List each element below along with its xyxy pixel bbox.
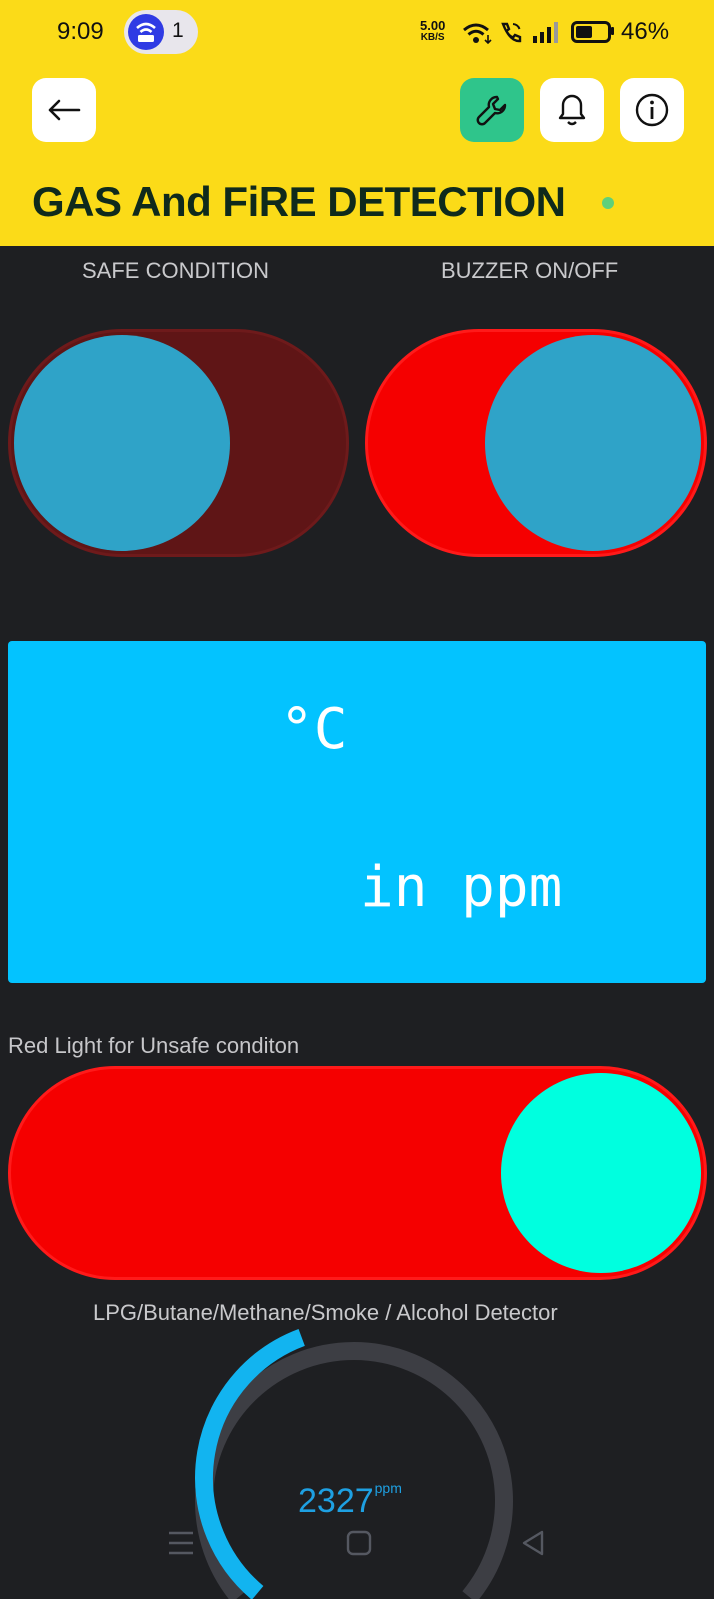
hotspot-icon — [128, 14, 164, 50]
menu-nav-icon[interactable] — [168, 1530, 194, 1556]
gauge-label: LPG/Butane/Methane/Smoke / Alcohol Detec… — [93, 1300, 558, 1325]
info-button[interactable] — [620, 78, 684, 142]
gauge-fill — [195, 1328, 305, 1599]
wrench-icon — [476, 95, 507, 126]
lcd-line-1: °C — [280, 697, 348, 762]
network-speed: 5.00 KB/S — [420, 18, 446, 44]
battery-icon — [571, 21, 611, 43]
back-arrow-icon — [48, 99, 81, 121]
buzzer-label: BUZZER ON/OFF — [441, 258, 619, 283]
status-time: 9:09 — [57, 18, 104, 45]
switch-knob — [501, 1073, 701, 1273]
notifications-button[interactable] — [540, 78, 604, 142]
bell-icon — [558, 94, 586, 126]
back-nav-icon[interactable] — [520, 1530, 546, 1556]
info-icon — [635, 93, 669, 127]
red-light-switch[interactable] — [8, 1066, 707, 1280]
red-light-label: Red Light for Unsafe conditon — [8, 1033, 300, 1058]
notification-pill[interactable]: 1 — [124, 10, 198, 54]
switch-knob — [485, 335, 701, 551]
back-button[interactable] — [32, 78, 96, 142]
speed-unit: KB/S — [420, 32, 445, 43]
status-bar: 9:09 1 5.00 KB/S 46% — [0, 0, 714, 64]
settings-button[interactable] — [460, 78, 524, 142]
signal-icon — [533, 22, 558, 43]
safe-condition-label: SAFE CONDITION — [82, 258, 270, 283]
buzzer-switch[interactable] — [365, 329, 707, 557]
switch-knob — [14, 335, 230, 551]
battery-percent: 46% — [621, 18, 670, 45]
online-status-dot — [602, 197, 614, 209]
safe-condition-switch[interactable] — [8, 329, 349, 557]
wifi-icon — [463, 23, 492, 45]
lcd-line-2: in ppm — [360, 855, 563, 920]
volte-call-icon — [501, 22, 522, 43]
lcd-display: °C in ppm — [8, 641, 706, 983]
page-title: GAS And FiRE DETECTION — [32, 178, 566, 225]
home-nav-icon[interactable] — [346, 1530, 372, 1556]
speed-value: 5.00 — [420, 18, 446, 33]
gauge-unit: ppm — [374, 1480, 402, 1496]
gauge-value: 2327 — [298, 1482, 374, 1520]
notification-count: 1 — [172, 19, 184, 42]
gauge-reading: 2327ppm — [298, 1480, 402, 1521]
app-header: GAS And FiRE DETECTION — [0, 64, 714, 246]
